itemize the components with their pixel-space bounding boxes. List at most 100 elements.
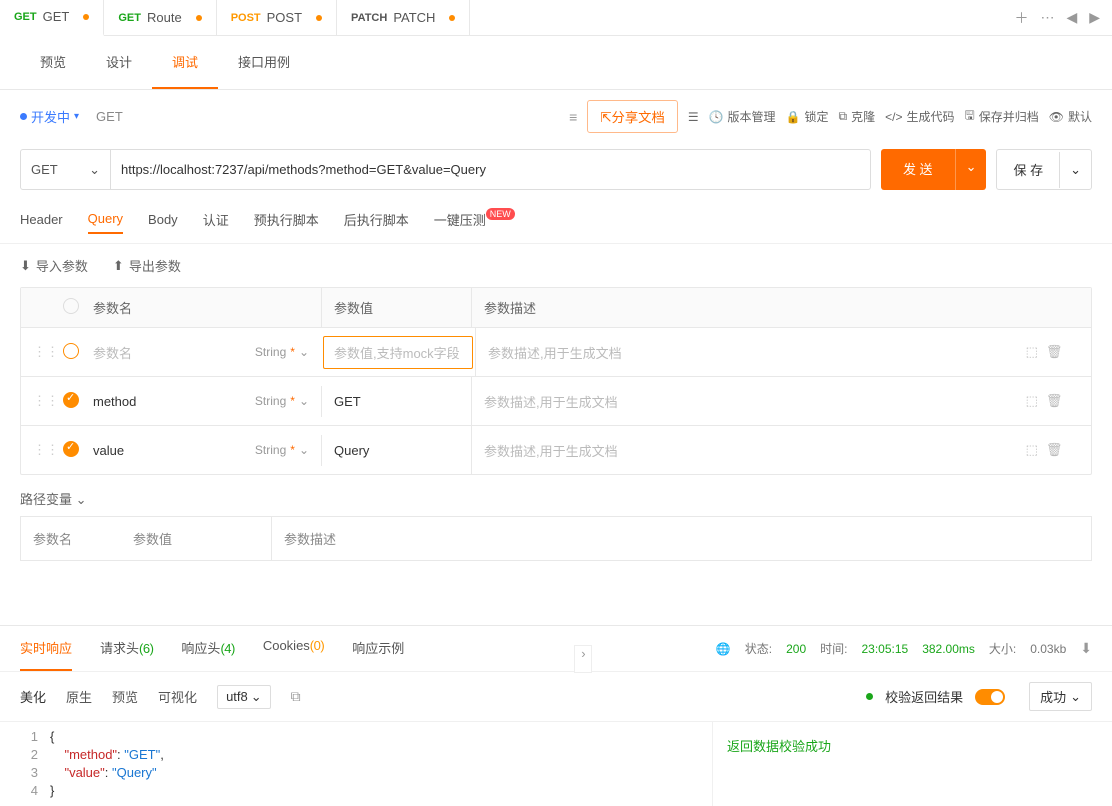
response-duration: 382.00ms — [922, 642, 975, 656]
param-desc-input[interactable]: 参数描述,用于生成文档 — [484, 441, 618, 460]
param-name-input[interactable]: 参数名 — [93, 343, 132, 362]
result-select[interactable]: 成功 ⌄ — [1029, 682, 1092, 711]
upload-icon: ⬆ — [113, 258, 124, 274]
response-status: 🌐 状态: 200 时间: 23:05:15 382.00ms 大小: 0.03… — [716, 626, 1092, 671]
subtab-design[interactable]: 设计 — [86, 36, 152, 89]
col-name: 参数名 — [81, 288, 321, 327]
delete-icon[interactable]: 🗑 — [1046, 393, 1063, 409]
status-code: 200 — [786, 642, 806, 656]
chevron-down-icon: ▾ — [74, 111, 79, 122]
param-value-input[interactable]: Query — [334, 443, 369, 458]
type-select[interactable]: String * ⌄ — [255, 345, 309, 359]
share-button[interactable]: ⇱分享文档 — [587, 100, 677, 133]
select-all-checkbox[interactable] — [63, 298, 79, 314]
reqtab-auth[interactable]: 认证 — [203, 204, 229, 235]
resptab-example[interactable]: 响应示例 — [352, 626, 404, 671]
param-name-input[interactable]: value — [93, 443, 124, 458]
method-badge: GET — [14, 11, 37, 23]
validate-label: 校验返回结果 — [885, 687, 963, 706]
row-checkbox[interactable] — [63, 392, 79, 408]
encoding-select[interactable]: utf8 ⌄ — [217, 685, 271, 709]
title-input[interactable]: GET — [89, 102, 559, 131]
cube-icon[interactable]: ⬚ — [1026, 344, 1038, 360]
viewtab-visual[interactable]: 可视化 — [158, 687, 197, 706]
tab-post[interactable]: POST POST — [217, 0, 337, 36]
param-desc-input[interactable]: 参数描述,用于生成文档 — [484, 392, 618, 411]
delete-icon[interactable]: 🗑 — [1046, 344, 1063, 360]
param-value-input[interactable]: 参数值,支持mock字段 — [334, 346, 460, 361]
subtab-preview[interactable]: 预览 — [20, 36, 86, 89]
chevron-down-icon: ⌄ — [251, 689, 262, 705]
row-checkbox[interactable] — [63, 441, 79, 457]
collapse-icon[interactable]: › — [574, 645, 592, 673]
resptab-cookies[interactable]: Cookies(0) — [263, 626, 324, 671]
reqtab-query[interactable]: Query — [88, 205, 123, 234]
lock-button[interactable]: 🔒锁定 — [786, 108, 829, 125]
reqtab-stress[interactable]: 一键压测NEW — [434, 204, 515, 235]
viewtab-preview[interactable]: 预览 — [112, 687, 138, 706]
more-icon[interactable]: ⋯ — [1040, 9, 1054, 26]
reqtab-prescript[interactable]: 预执行脚本 — [254, 204, 319, 235]
cube-icon[interactable]: ⬚ — [1026, 393, 1038, 409]
type-select[interactable]: String * ⌄ — [255, 443, 309, 457]
download-icon[interactable]: ⬇ — [1080, 640, 1092, 657]
tab-patch[interactable]: PATCH PATCH — [337, 0, 470, 36]
resptab-realtime[interactable]: 实时响应 — [20, 626, 72, 671]
view-tabs: 预览 设计 调试 接口用例 — [0, 36, 1112, 90]
validation-panel: 返回数据校验成功 — [712, 722, 1112, 806]
eye-icon: 👁 — [1049, 110, 1064, 124]
row-checkbox[interactable] — [63, 343, 79, 359]
archive-button[interactable]: 🖫保存并归档 — [965, 106, 1039, 127]
response-size: 0.03kb — [1030, 642, 1066, 656]
request-tabs: Header Query Body 认证 预执行脚本 后执行脚本 一键压测NEW — [0, 196, 1112, 244]
save-dropdown[interactable]: ⌄ — [1059, 152, 1091, 188]
dev-status-select[interactable]: 开发中 ▾ — [20, 107, 79, 126]
copy-icon[interactable]: ⧉ — [291, 688, 301, 705]
export-params-button[interactable]: ⬆导出参数 — [113, 256, 181, 275]
reqtab-header[interactable]: Header — [20, 206, 63, 233]
reqtab-postscript[interactable]: 后执行脚本 — [344, 204, 409, 235]
viewtab-beautify[interactable]: 美化 — [20, 687, 46, 706]
cube-icon[interactable]: ⬚ — [1026, 442, 1038, 458]
validate-toggle[interactable] — [975, 689, 1005, 705]
next-icon[interactable]: ▶ — [1089, 9, 1100, 26]
subtab-debug[interactable]: 调试 — [152, 36, 218, 89]
param-desc-input[interactable]: 参数描述,用于生成文档 — [488, 343, 622, 362]
code-content[interactable]: { "method": "GET", "value": "Query" } — [50, 728, 712, 800]
send-dropdown[interactable]: ⌄ — [955, 149, 987, 190]
gencode-button[interactable]: </>生成代码 — [885, 108, 954, 125]
tab-route[interactable]: GET Route — [104, 0, 216, 36]
subtab-cases[interactable]: 接口用例 — [218, 36, 310, 89]
unsaved-dot-icon — [316, 15, 322, 21]
type-select[interactable]: String * ⌄ — [255, 394, 309, 408]
resptab-reqheaders[interactable]: 请求头(6) — [100, 626, 153, 671]
param-table-header: 参数名 参数值 参数描述 — [21, 288, 1091, 328]
method-badge: GET — [118, 12, 141, 24]
add-tab-icon[interactable]: ＋ — [1014, 8, 1028, 28]
save-button[interactable]: 保 存 ⌄ — [996, 149, 1092, 190]
view-mode-button[interactable]: 👁默认 — [1049, 108, 1092, 125]
clone-button[interactable]: ⧉克隆 — [839, 108, 876, 125]
response-section: 实时响应 请求头(6) 响应头(4) Cookies(0) 响应示例 🌐 状态:… — [0, 625, 1112, 806]
reqtab-body[interactable]: Body — [148, 206, 178, 233]
import-params-button[interactable]: ⬇导入参数 — [20, 256, 88, 275]
format-icon[interactable]: ☰ — [688, 110, 699, 124]
resptab-respheaders[interactable]: 响应头(4) — [181, 626, 234, 671]
code-icon: </> — [885, 110, 902, 124]
delete-icon[interactable]: 🗑 — [1046, 442, 1063, 458]
param-io-row: ⬇导入参数 ⬆导出参数 — [0, 244, 1112, 287]
send-button[interactable]: 发 送 ⌄ — [881, 149, 987, 190]
magic-icon[interactable]: ≡ — [569, 109, 577, 125]
top-tabs: GET GET GET Route POST POST PATCH PATCH … — [0, 0, 1112, 36]
viewtab-raw[interactable]: 原生 — [66, 687, 92, 706]
unsaved-dot-icon — [196, 15, 202, 21]
method-select[interactable]: GET ⌄ — [21, 150, 111, 189]
status-label: 开发中 — [31, 107, 70, 126]
version-button[interactable]: 🕓版本管理 — [709, 108, 776, 125]
tab-get[interactable]: GET GET — [0, 0, 104, 36]
pathvar-toggle[interactable]: 路径变量 ⌄ — [20, 492, 87, 507]
param-name-input[interactable]: method — [93, 394, 136, 409]
prev-icon[interactable]: ◀ — [1066, 9, 1077, 26]
url-input[interactable]: https://localhost:7237/api/methods?metho… — [111, 150, 870, 189]
param-value-input[interactable]: GET — [334, 394, 361, 409]
